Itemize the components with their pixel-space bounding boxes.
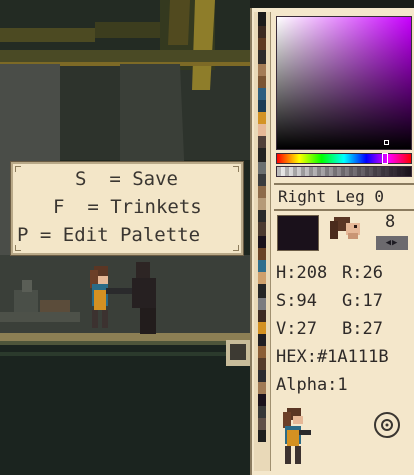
saturation-value-picker[interactable] <box>276 16 412 150</box>
game-scene: S = Save F = Trinkets P = Edit Palette <box>0 0 250 475</box>
part-count: 8 <box>385 212 396 232</box>
hue-slider[interactable] <box>276 153 412 164</box>
selected-color-preview <box>277 215 319 251</box>
part-label: Right Leg 0 <box>278 187 384 206</box>
alpha-slider[interactable] <box>276 166 412 177</box>
hint-save: S = Save <box>75 168 178 190</box>
controls-hint-box: S = Save F = Trinkets P = Edit Palette <box>11 162 243 255</box>
character-head-icon <box>330 217 360 239</box>
part-selector[interactable]: Right Leg 0 <box>274 183 414 211</box>
blue-value: B:27 <box>342 319 383 339</box>
target-icon[interactable] <box>373 411 401 439</box>
saturation-value: S:94 <box>276 291 317 311</box>
green-value: G:17 <box>342 291 383 311</box>
part-cycle-buttons[interactable]: ◀▶ <box>376 236 408 250</box>
hex-value[interactable]: HEX:#1A111B <box>276 347 389 367</box>
hint-trinkets: F = Trinkets <box>53 196 202 218</box>
palette-editor-panel: Right Leg 0 8 ◀▶ H:208 R:26 S:94 G:17 V:… <box>250 8 414 475</box>
sv-picker-cursor[interactable] <box>384 140 389 145</box>
hue-value: H:208 <box>276 263 328 283</box>
hint-edit-palette: P = Edit Palette <box>17 224 201 246</box>
alpha-value: Alpha:1 <box>276 375 348 395</box>
brightness-value: V:27 <box>276 319 317 339</box>
palette-swatch-strip[interactable] <box>254 12 271 471</box>
character-preview-thumbnail <box>283 408 311 464</box>
red-value: R:26 <box>342 263 383 283</box>
hue-slider-handle[interactable] <box>382 153 388 164</box>
